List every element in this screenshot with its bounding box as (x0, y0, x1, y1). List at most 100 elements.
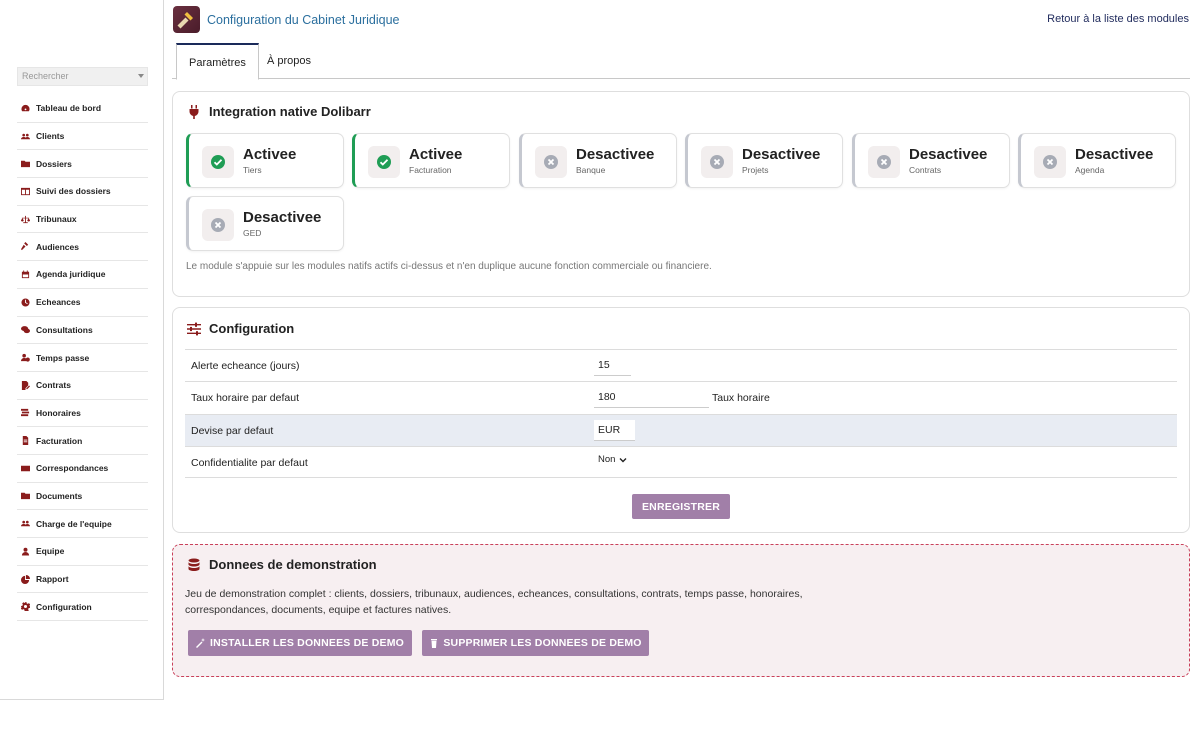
gavel-icon (21, 242, 29, 251)
delete-demo-label: SUPPRIMER LES DONNEES DE DEMO (443, 637, 642, 649)
module-tile-agenda: Desactivee Agenda (1018, 133, 1176, 188)
sidebar-item-agenda-juridique[interactable]: Agenda juridique (17, 261, 148, 289)
app-logo (173, 6, 200, 33)
integration-title: Integration native Dolibarr (187, 104, 371, 119)
sidebar: Rechercher Tableau de bord Clients Dossi… (0, 0, 164, 700)
module-name: Facturation (409, 165, 452, 175)
gear-icon (21, 602, 30, 612)
check-circle-icon (211, 155, 225, 169)
demo-data-card: Donnees de demonstration Jeu de demonstr… (172, 544, 1190, 677)
sidebar-item-label: Honoraires (36, 407, 81, 418)
sidebar-item-facturation[interactable]: Facturation (17, 427, 148, 455)
sidebar-item-label: Contrats (36, 380, 71, 391)
module-status: Desactivee (909, 146, 988, 163)
module-name: Agenda (1075, 165, 1105, 175)
sidebar-item-suivi-des-dossiers[interactable]: Suivi des dossiers (17, 178, 148, 206)
module-status: Desactivee (742, 146, 821, 163)
sidebar-item-honoraires[interactable]: Honoraires (17, 400, 148, 428)
clock-icon (21, 298, 30, 307)
badge (701, 146, 733, 178)
config-unit: Taux horaire (712, 392, 770, 404)
module-status: Activee (409, 146, 463, 163)
sidebar-item-contrats[interactable]: Contrats (17, 372, 148, 400)
file-signature-icon (21, 380, 30, 390)
config-label: Confidentialite par defaut (191, 457, 308, 469)
sidebar-item-rapport[interactable]: Rapport (17, 566, 148, 594)
x-circle-icon (877, 155, 891, 169)
sidebar-item-correspondances[interactable]: Correspondances (17, 455, 148, 483)
sidebar-item-dossiers[interactable]: Dossiers (17, 150, 148, 179)
confidentialite-select[interactable]: Non (594, 454, 627, 465)
config-row-devise: Devise par defaut EUR (185, 414, 1177, 446)
scale-icon (21, 215, 30, 223)
columns-icon (21, 187, 30, 196)
badge (1034, 146, 1066, 178)
sidebar-item-tribunaux[interactable]: Tribunaux (17, 206, 148, 234)
invoice-icon (22, 436, 29, 446)
envelope-icon (21, 465, 30, 471)
sidebar-item-temps-passe[interactable]: Temps passe (17, 344, 148, 372)
devise-input[interactable]: EUR (594, 420, 635, 441)
configuration-title-text: Configuration (209, 321, 295, 336)
sidebar-item-charge-equipe[interactable]: Charge de l'equipe (17, 510, 148, 538)
sidebar-item-label: Configuration (36, 601, 92, 612)
sidebar-item-label: Audiences (36, 241, 79, 252)
chevron-down-icon (138, 74, 144, 78)
integration-card: Integration native Dolibarr Activee Tier… (172, 91, 1190, 297)
module-tile-contrats: Desactivee Contrats (852, 133, 1010, 188)
integration-note: Le module s'appuie sur les modules natif… (186, 261, 712, 272)
sidebar-menu: Tableau de bord Clients Dossiers Suivi d… (17, 95, 148, 622)
sidebar-item-label: Agenda juridique (36, 269, 106, 280)
tab-parametres[interactable]: Paramètres (176, 43, 259, 80)
sidebar-item-equipe[interactable]: Equipe (17, 538, 148, 566)
save-button[interactable]: ENREGISTRER (632, 494, 730, 519)
tab-bar: Paramètres À propos (172, 43, 1190, 80)
user-clock-icon (21, 353, 30, 362)
x-circle-icon (211, 218, 225, 232)
delete-demo-button[interactable]: SUPPRIMER LES DONNEES DE DEMO (422, 630, 649, 656)
comments-icon (21, 326, 30, 334)
calendar-icon (21, 270, 30, 279)
sidebar-item-tableau-de-bord[interactable]: Tableau de bord (17, 95, 148, 123)
sidebar-item-consultations[interactable]: Consultations (17, 317, 148, 345)
install-demo-label: INSTALLER LES DONNEES DE DEMO (209, 637, 405, 649)
sidebar-item-label: Clients (36, 131, 65, 142)
sidebar-item-configuration[interactable]: Configuration (17, 593, 148, 622)
demo-title-text: Donnees de demonstration (209, 557, 377, 572)
money-stack-icon (21, 409, 30, 417)
alerte-echeance-input[interactable]: 15 (594, 355, 631, 376)
configuration-card: Configuration Alerte echeance (jours) 15… (172, 307, 1190, 533)
module-name: GED (243, 228, 262, 238)
search-select[interactable]: Rechercher (17, 67, 148, 86)
plug-icon (189, 104, 199, 119)
demo-title: Donnees de demonstration (187, 557, 377, 572)
sidebar-item-label: Correspondances (36, 463, 109, 474)
sidebar-item-clients[interactable]: Clients (17, 123, 148, 151)
module-name: Banque (576, 165, 606, 175)
install-demo-button[interactable]: INSTALLER LES DONNEES DE DEMO (188, 630, 412, 656)
sidebar-item-label: Charge de l'equipe (36, 518, 112, 529)
gavel-icon (177, 12, 193, 29)
module-tile-projets: Desactivee Projets (685, 133, 843, 188)
sidebar-item-documents[interactable]: Documents (17, 483, 148, 511)
badge (368, 146, 400, 178)
trash-icon (431, 639, 438, 648)
database-icon (188, 558, 200, 571)
badge (202, 146, 234, 178)
search-placeholder: Rechercher (22, 71, 69, 81)
page-title: Configuration du Cabinet Juridique (207, 13, 400, 27)
back-to-modules-link[interactable]: Retour à la liste des modules (1047, 13, 1189, 25)
sidebar-item-echeances[interactable]: Echeances (17, 289, 148, 317)
sidebar-item-audiences[interactable]: Audiences (17, 233, 148, 262)
module-status: Desactivee (243, 209, 322, 226)
demo-description: Jeu de demonstration complet : clients, … (185, 588, 803, 616)
users-icon (21, 133, 30, 139)
taux-horaire-input[interactable]: 180 (594, 387, 709, 408)
config-label: Devise par defaut (191, 425, 274, 437)
badge (868, 146, 900, 178)
tab-a-propos[interactable]: À propos (255, 43, 323, 79)
sidebar-item-label: Consultations (36, 324, 93, 335)
badge (202, 209, 234, 241)
folder-icon (21, 161, 30, 168)
config-row-alerte: Alerte echeance (jours) 15 (185, 349, 1177, 381)
